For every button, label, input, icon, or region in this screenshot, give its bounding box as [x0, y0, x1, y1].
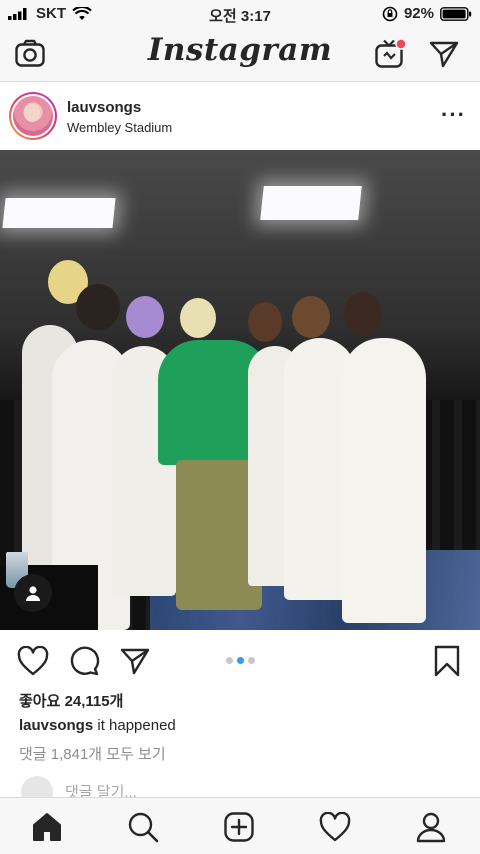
home-icon[interactable] — [28, 808, 66, 846]
tab-bar — [0, 797, 480, 854]
profile-icon[interactable] — [412, 808, 450, 846]
post-header: lauvsongs Wembley Stadium ··· — [0, 82, 480, 150]
new-post-icon[interactable] — [220, 808, 258, 846]
caption: lauvsongs it happened — [19, 717, 176, 734]
direct-message-icon[interactable] — [426, 36, 462, 72]
activity-icon[interactable] — [316, 808, 354, 846]
more-options-icon[interactable]: ··· — [441, 102, 466, 128]
carousel-dot — [225, 657, 233, 664]
battery-percent: 92% — [403, 5, 434, 22]
avatar — [13, 96, 53, 136]
igtv-icon[interactable] — [372, 36, 408, 72]
caption-username[interactable]: lauvsongs — [19, 717, 93, 734]
orientation-lock-icon — [382, 6, 398, 21]
likes-count[interactable]: 좋아요 24,115개 — [19, 690, 123, 711]
save-bookmark-icon[interactable] — [430, 644, 464, 678]
post-location[interactable]: Wembley Stadium — [67, 120, 172, 135]
story-ring[interactable] — [9, 92, 57, 140]
instagram-logo: Instagram — [147, 32, 333, 68]
carousel-dot — [247, 657, 255, 664]
carousel-indicator — [0, 657, 480, 664]
caption-text: it happened — [93, 717, 176, 734]
search-icon[interactable] — [124, 808, 162, 846]
carousel-dot-active — [236, 657, 244, 664]
top-nav: Instagram — [0, 26, 480, 82]
post-username[interactable]: lauvsongs — [67, 99, 141, 116]
notification-dot — [395, 38, 407, 50]
view-all-comments-link[interactable]: 댓글 1,841개 모두 보기 — [19, 743, 166, 764]
post-photo[interactable] — [0, 150, 480, 630]
status-right: 92% — [382, 5, 472, 22]
tagged-people-icon[interactable] — [14, 574, 52, 612]
battery-icon — [440, 6, 472, 21]
action-bar — [0, 630, 480, 690]
status-bar: SKT 오전 3:17 92% — [0, 0, 480, 26]
